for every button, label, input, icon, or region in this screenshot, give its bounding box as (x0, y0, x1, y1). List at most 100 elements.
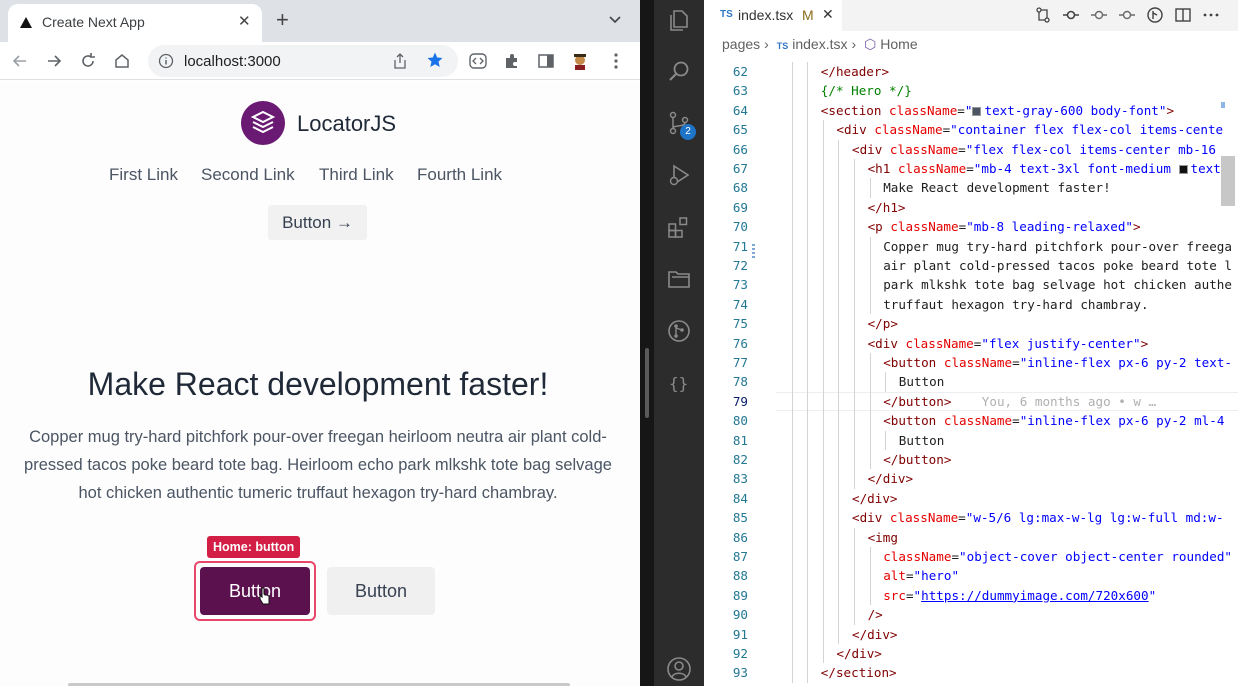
folder-icon[interactable] (666, 266, 692, 292)
code-line[interactable]: 77 <button className="inline-flex px-6 py… (704, 353, 1238, 373)
json-braces-icon[interactable]: {} (666, 370, 692, 396)
code-line[interactable]: 92 </div> (704, 644, 1238, 664)
code-line[interactable]: 74 truffaut hexagon try-hard chambray. (704, 294, 1238, 315)
back-icon[interactable] (10, 51, 30, 71)
code-line[interactable]: 78 Button (704, 372, 1238, 392)
code-line[interactable]: 72 air plant cold-pressed tacos poke bear… (704, 256, 1238, 276)
forward-icon[interactable] (44, 51, 64, 71)
code-text: </button> (883, 450, 951, 469)
breadcrumb-file[interactable]: index.tsx (792, 36, 847, 52)
search-icon[interactable] (666, 58, 692, 84)
header-button[interactable]: Button → (268, 205, 367, 240)
indent-guide (838, 430, 840, 450)
nav-link-first[interactable]: First Link (109, 165, 178, 185)
logo-icon[interactable] (241, 101, 285, 145)
url-text[interactable]: localhost:3000 (184, 53, 281, 70)
indent-guide (838, 275, 840, 295)
commit-icon[interactable] (1062, 6, 1080, 24)
code-line[interactable]: 88 alt="hero" (704, 566, 1238, 586)
code-line[interactable]: 80 <button className="inline-flex px-6 py… (704, 411, 1238, 431)
code-line[interactable]: 81 Button (704, 430, 1238, 450)
breadcrumb-folder[interactable]: pages (722, 36, 760, 52)
code-line[interactable]: 68 Make React development faster! (704, 178, 1238, 198)
resize-handle[interactable] (645, 348, 649, 418)
code-line[interactable]: 69 </h1> (704, 197, 1238, 218)
bookmark-star-icon[interactable] (426, 51, 444, 69)
extensions-puzzle-icon[interactable] (502, 51, 522, 71)
indent-guide (822, 159, 824, 179)
code-line[interactable]: 84 </div> (704, 488, 1238, 509)
nav-link-second[interactable]: Second Link (201, 165, 295, 185)
color-swatch[interactable] (1178, 165, 1188, 174)
code-area[interactable]: 62 </header> 63 {/* Hero */} 64 <section clas… (704, 62, 1238, 686)
previous-commit-icon[interactable] (1090, 6, 1108, 24)
code-line[interactable]: 66 <div className="flex flex-col items-ce… (704, 139, 1238, 159)
indent-guide (791, 644, 793, 664)
code-line[interactable]: 70 <p className="mb-8 leading-relaxed"> (704, 217, 1238, 237)
split-editor-icon[interactable] (1174, 6, 1192, 24)
nav-link-third[interactable]: Third Link (319, 165, 394, 185)
code-token: > (1133, 219, 1141, 235)
code-line[interactable]: 67 <h1 className="mb-4 text-3xl font-medi… (704, 159, 1238, 179)
code-line[interactable]: 64 <section className=" text-gray-600 body… (704, 100, 1238, 121)
code-line[interactable]: 82 </button> (704, 450, 1238, 470)
code-line[interactable]: 90 /> (704, 605, 1238, 625)
code-line[interactable]: 63 {/* Hero */} (704, 81, 1238, 101)
profile-avatar-icon[interactable] (570, 51, 590, 71)
code-line[interactable]: 71 Copper mug try-hard pitchfork pour-ove… (704, 236, 1238, 256)
breadcrumb-symbol[interactable]: Home (880, 36, 917, 52)
code-line[interactable]: 89 src="https://dummyimage.com/720x600" (704, 585, 1238, 606)
explorer-files-icon[interactable] (666, 7, 692, 33)
code-line[interactable]: 65 <div className="container flex flex-co… (704, 120, 1238, 140)
timeline-icon[interactable] (1146, 6, 1164, 24)
locator-component-tag[interactable]: Home: button (207, 536, 301, 558)
address-bar[interactable]: localhost:3000 (148, 45, 458, 77)
indent-guide (807, 508, 809, 528)
code-line[interactable]: 75 </p> (704, 314, 1238, 334)
home-icon[interactable] (112, 51, 132, 71)
color-swatch[interactable] (972, 106, 982, 116)
git-blame-annotation: You, 6 months ago • w … (981, 393, 1157, 409)
more-menu-icon[interactable] (606, 51, 626, 71)
nav-link-fourth[interactable]: Fourth Link (417, 165, 502, 185)
chevron-down-icon[interactable] (608, 12, 622, 26)
code-line[interactable]: 86 <img (704, 527, 1238, 547)
code-line[interactable]: 91 </div> (704, 624, 1238, 644)
compare-changes-icon[interactable] (1034, 6, 1052, 24)
code-line[interactable]: 85 <div className="w-5/6 lg:max-w-lg lg:w… (704, 508, 1238, 528)
code-line[interactable]: 62 </header> (704, 62, 1238, 82)
close-editor-icon[interactable]: ✕ (822, 6, 834, 23)
indent-guide (791, 353, 793, 373)
close-tab-icon[interactable]: ✕ (238, 12, 251, 30)
secondary-button[interactable]: Button (327, 567, 435, 615)
logo-text[interactable]: LocatorJS (297, 111, 396, 137)
reload-icon[interactable] (78, 51, 98, 71)
extensions-icon[interactable] (666, 214, 692, 240)
site-info-icon[interactable] (158, 53, 174, 69)
code-extension-icon[interactable] (468, 51, 488, 71)
side-panel-icon[interactable] (536, 51, 556, 71)
code-line[interactable]: 79 </button> You, 6 months ago • w … (704, 391, 1238, 412)
code-line[interactable]: 87 className="object-cover object-center … (704, 547, 1238, 567)
indent-guide (869, 430, 871, 450)
git-graph-icon[interactable] (666, 318, 692, 344)
indent-guide (791, 217, 793, 237)
code-line[interactable]: 76 <div className="flex justify-center"> (704, 333, 1238, 353)
code-line[interactable]: 83 </div> (704, 469, 1238, 489)
code-token: className (943, 355, 1013, 370)
primary-button[interactable]: Button (200, 567, 310, 615)
next-commit-icon[interactable] (1118, 6, 1136, 24)
line-number: 65 (732, 122, 748, 138)
share-icon[interactable] (392, 53, 408, 69)
code-line[interactable]: 73 park mlkshk tote bag selvage hot chick… (704, 275, 1238, 295)
run-debug-icon[interactable] (666, 162, 692, 188)
accounts-icon[interactable] (666, 656, 692, 682)
new-tab-button[interactable]: + (276, 7, 289, 33)
indent-guide (822, 585, 824, 606)
more-actions-icon[interactable] (1202, 6, 1220, 24)
indent-guide (838, 488, 840, 509)
editor-tab-index[interactable]: TS index.tsx M ✕ (704, 0, 842, 31)
browser-tab[interactable]: Create Next App ✕ (8, 4, 262, 42)
code-line[interactable]: 93 </section> (704, 663, 1238, 683)
editor-scrollbar-thumb[interactable] (1221, 156, 1235, 206)
